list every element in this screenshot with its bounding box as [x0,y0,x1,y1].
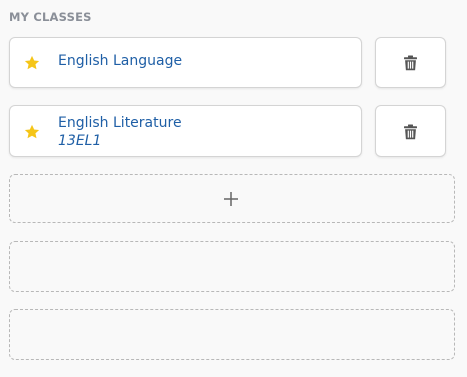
class-name: English Literature [58,115,182,131]
add-class-button[interactable] [9,174,455,223]
delete-class-button[interactable] [375,105,446,157]
class-code: 13EL1 [58,133,102,149]
star-icon[interactable] [23,54,41,72]
star-icon[interactable] [23,123,41,141]
class-card-english-language[interactable]: English Language [9,37,362,88]
class-card-english-literature[interactable]: English Literature 13EL1 [9,105,362,157]
empty-class-slot [9,309,455,360]
trash-icon [404,55,417,71]
plus-icon [224,192,238,206]
class-name: English Language [58,53,183,69]
delete-class-button[interactable] [375,37,446,88]
empty-class-slot [9,241,455,292]
trash-icon [404,124,417,140]
section-title: MY CLASSES [9,10,92,24]
